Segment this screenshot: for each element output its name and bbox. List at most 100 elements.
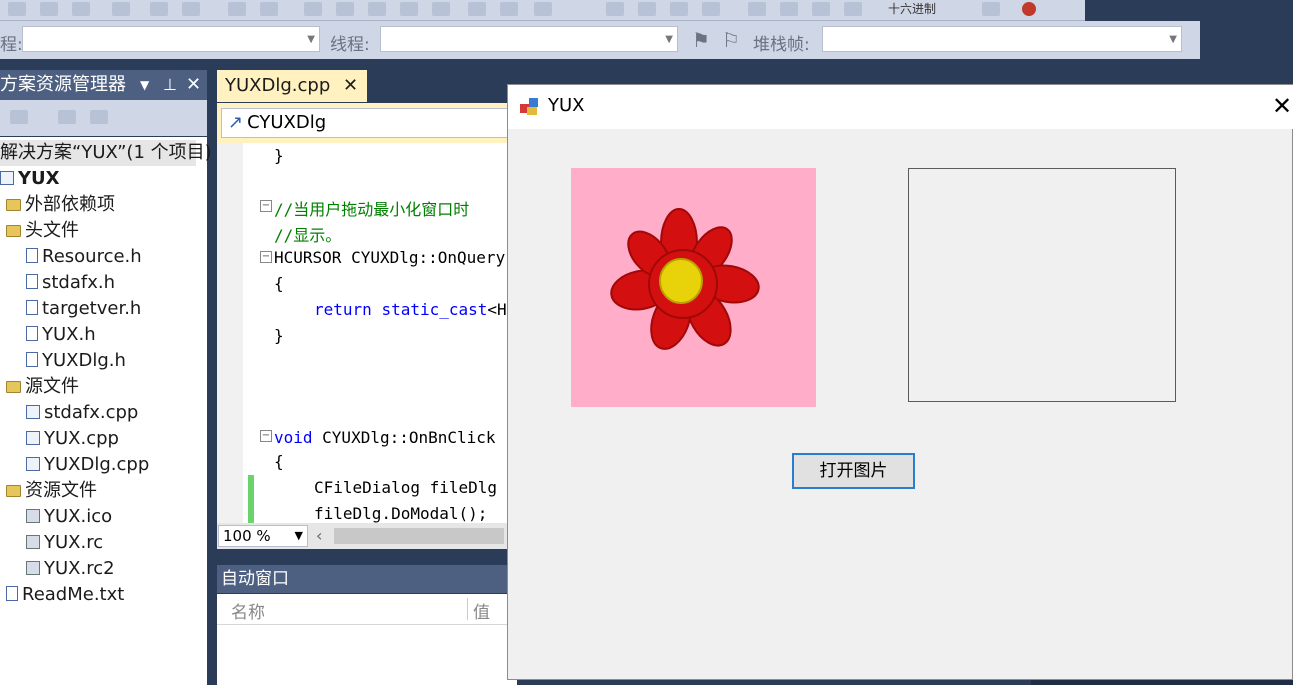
tree-item[interactable]: 外部依赖项 — [6, 192, 115, 218]
scroll-left-icon[interactable]: ‹ — [316, 526, 322, 545]
next-in-folder-icon[interactable] — [432, 2, 450, 16]
tree-item-label: 资源文件 — [25, 480, 97, 501]
tree-item[interactable]: targetver.h — [26, 296, 141, 322]
tree-item-label: ReadMe.txt — [22, 584, 125, 605]
dialog-title: YUX — [548, 95, 585, 116]
show-next-statement-icon[interactable] — [844, 2, 862, 16]
collapse-icon[interactable]: − — [260, 251, 272, 263]
tree-item-label: 头文件 — [25, 220, 79, 241]
tree-item[interactable]: 资源文件 — [6, 478, 97, 504]
flag-icon[interactable]: ⚑ — [692, 28, 710, 52]
thread-label: 线程: — [330, 35, 370, 55]
thread-combo[interactable]: ▼ — [380, 26, 678, 52]
tree-item[interactable]: YUXDlg.cpp — [26, 452, 149, 478]
folder-icon — [6, 225, 21, 237]
breakpoint-icon[interactable] — [982, 2, 1000, 16]
stack-frame-combo[interactable]: ▼ — [822, 26, 1182, 52]
column-value-header[interactable]: 值 — [473, 598, 490, 623]
tree-item[interactable]: YUX.h — [26, 322, 96, 348]
chevron-down-icon: ▼ — [294, 529, 303, 542]
flag-threads-icon[interactable]: ⚐ — [722, 28, 740, 52]
comment-icon[interactable] — [228, 2, 246, 16]
restart-icon[interactable] — [702, 2, 720, 16]
horizontal-scrollbar[interactable] — [334, 528, 504, 544]
tree-item-label: Resource.h — [42, 246, 142, 267]
zoom-value: 100 % — [223, 527, 271, 545]
process-combo[interactable]: ▼ — [22, 26, 320, 52]
font-icon[interactable] — [72, 2, 90, 16]
solution-node[interactable]: 解决方案“YUX”(1 个项目) — [0, 140, 212, 166]
code-line: return static_cast<H — [314, 300, 507, 319]
next-bookmark-icon[interactable] — [368, 2, 386, 16]
solution-explorer-title-bar: 方案资源管理器 ▼ ⊥ ✕ — [0, 70, 207, 100]
hex-toggle[interactable]: 十六进制 — [888, 0, 936, 18]
resource-file-icon — [26, 561, 40, 575]
clear-bookmarks-icon[interactable] — [534, 2, 552, 16]
header-file-icon — [26, 300, 38, 315]
tree-item[interactable]: ReadMe.txt — [6, 582, 124, 608]
code-line: fileDlg.DoModal(); — [314, 504, 488, 523]
tab-yuxdlg-cpp[interactable]: YUXDlg.cpp ✕ — [217, 70, 367, 102]
show-all-files-icon[interactable] — [58, 110, 76, 124]
navigate-back-icon[interactable] — [468, 2, 486, 16]
tree-item[interactable]: YUX.ico — [26, 504, 112, 530]
properties-icon[interactable] — [10, 110, 28, 124]
header-file-icon — [26, 326, 38, 341]
header-file-icon — [26, 274, 38, 289]
indent-icon[interactable] — [150, 2, 168, 16]
tree-item[interactable]: YUXDlg.h — [26, 348, 126, 374]
auto-window-title-bar: 自动窗口 — [217, 565, 517, 593]
solution-tree: 解决方案“YUX”(1 个项目) YUX 外部依赖项 头文件 Resource.h s… — [0, 137, 212, 685]
uncomment-icon[interactable] — [260, 2, 278, 16]
step-out-icon[interactable] — [812, 2, 830, 16]
auto-window-title: 自动窗口 — [221, 569, 289, 589]
zoom-combo[interactable]: 100 % ▼ — [218, 525, 308, 547]
close-icon[interactable]: ✕ — [1268, 92, 1293, 120]
collapse-icon[interactable]: − — [260, 200, 272, 212]
play-icon[interactable] — [606, 2, 624, 16]
code-comment: //显示。 — [274, 226, 342, 245]
prev-bookmark-icon[interactable] — [336, 2, 354, 16]
tree-item[interactable]: YUX.rc2 — [26, 556, 115, 582]
solution-label: 解决方案“YUX”(1 个项目) — [0, 142, 212, 163]
class-name: CYUXDlg — [247, 112, 327, 133]
class-navigation-combo[interactable]: ↗ CYUXDlg — [221, 108, 511, 138]
cpp-file-icon — [26, 457, 40, 471]
prev-in-folder-icon[interactable] — [400, 2, 418, 16]
tree-item[interactable]: YUX.rc — [26, 530, 103, 556]
status-strip — [1031, 680, 1293, 685]
code-token: HCURSOR — [274, 248, 342, 267]
tree-item[interactable]: stdafx.cpp — [26, 400, 138, 426]
tree-item[interactable]: 源文件 — [6, 374, 79, 400]
navigate-forward-icon[interactable] — [500, 2, 518, 16]
column-name-header[interactable]: 名称 — [231, 598, 265, 623]
auto-window-body — [217, 625, 517, 685]
tree-item[interactable]: YUX.cpp — [26, 426, 119, 452]
tree-item[interactable]: Resource.h — [26, 244, 142, 270]
step-into-icon[interactable] — [748, 2, 766, 16]
view-class-diagram-icon[interactable] — [90, 110, 108, 124]
close-icon[interactable]: ✕ — [343, 70, 358, 102]
add-item-icon[interactable] — [8, 2, 26, 16]
stop-icon[interactable] — [670, 2, 688, 16]
step-over-icon[interactable] — [780, 2, 798, 16]
project-node[interactable]: YUX — [0, 166, 60, 192]
standard-toolbar: 十六进制 — [0, 0, 1085, 21]
collapse-icon[interactable]: − — [260, 430, 272, 442]
bookmark-icon[interactable] — [304, 2, 322, 16]
tree-item-label: YUX.rc2 — [44, 558, 115, 579]
align-icon[interactable] — [112, 2, 130, 16]
add-member-icon[interactable] — [40, 2, 58, 16]
dropdown-icon[interactable]: ▼ — [140, 70, 149, 100]
code-keyword: void — [274, 428, 313, 447]
open-image-button[interactable]: 打开图片 — [792, 453, 915, 489]
pin-icon[interactable]: ⊥ — [163, 70, 177, 100]
tree-item[interactable]: 头文件 — [6, 218, 79, 244]
tree-item[interactable]: stdafx.h — [26, 270, 115, 296]
folder-icon — [6, 381, 21, 393]
pause-icon[interactable] — [638, 2, 656, 16]
close-icon[interactable]: ✕ — [186, 70, 201, 100]
record-icon[interactable] — [1022, 2, 1036, 16]
outdent-icon[interactable] — [182, 2, 200, 16]
cpp-file-icon — [26, 405, 40, 419]
